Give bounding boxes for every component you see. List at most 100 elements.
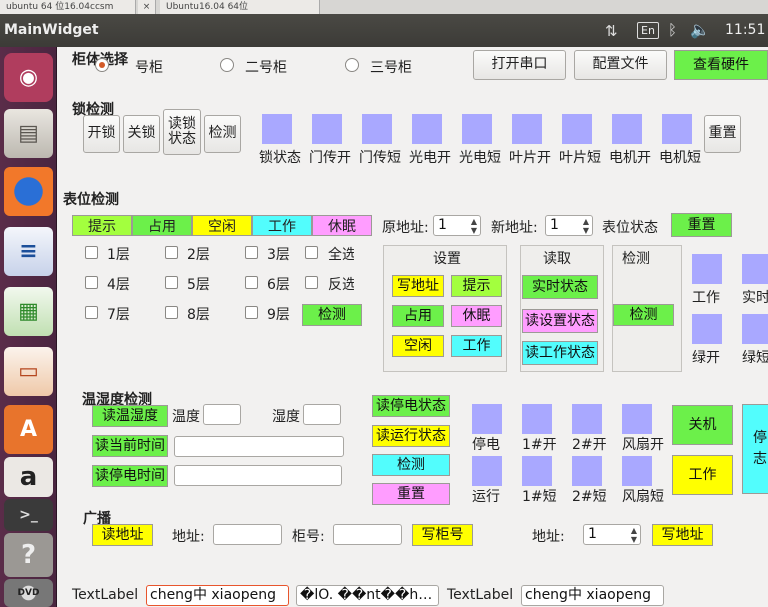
- write-address-button[interactable]: 写地址: [392, 275, 444, 297]
- green-short-indicator-label: 绿短: [742, 350, 768, 366]
- read-temp-humidity-button[interactable]: 读温湿度: [92, 405, 168, 427]
- floor-3-checkbox[interactable]: [245, 246, 258, 259]
- broadcast-address-spinbox[interactable]: 1 ▲ ▼: [583, 524, 641, 545]
- clock[interactable]: 11:51: [725, 14, 765, 47]
- floor-9-checkbox[interactable]: [245, 306, 258, 319]
- software-center-icon[interactable]: A: [4, 405, 53, 454]
- files-icon[interactable]: ▤: [4, 109, 53, 158]
- floor-detect-button[interactable]: 检测: [302, 304, 362, 326]
- work-indicator-label: 工作: [692, 290, 720, 306]
- lock-indicator-square: [412, 114, 442, 144]
- lock-button[interactable]: 关锁: [123, 115, 160, 153]
- set-sleep-button[interactable]: 休眠: [451, 305, 502, 327]
- network-icon[interactable]: ⇅: [605, 22, 618, 40]
- table-reset-button[interactable]: 重置: [671, 213, 732, 237]
- unlock-button[interactable]: 开锁: [83, 115, 120, 153]
- broadcast-address2-label: 地址:: [532, 529, 565, 545]
- set-idle-button[interactable]: 空闲: [392, 335, 444, 357]
- floor-2-checkbox[interactable]: [165, 246, 178, 259]
- bluetooth-icon[interactable]: ᛒ: [668, 21, 677, 39]
- impress-icon[interactable]: ▭: [4, 347, 53, 396]
- temp-field[interactable]: [203, 404, 241, 425]
- lock-indicator-square: [362, 114, 392, 144]
- write-cabinet-number-button[interactable]: 写柜号: [412, 524, 473, 546]
- temp-label: 温度: [172, 409, 200, 425]
- read-power-off-status-button[interactable]: 读停电状态: [372, 395, 450, 417]
- writer-icon[interactable]: ≡: [4, 227, 53, 276]
- check-detect-button[interactable]: 检测: [613, 304, 674, 326]
- stop-status-button[interactable]: 停 志: [742, 404, 768, 494]
- broadcast-address-field[interactable]: [213, 524, 282, 545]
- floor-7-checkbox[interactable]: [85, 306, 98, 319]
- keyboard-lang-indicator[interactable]: En: [637, 22, 659, 39]
- table-status-label: 表位状态: [602, 220, 658, 236]
- temp-indicator-square: [522, 456, 552, 486]
- lock-indicator-square: [562, 114, 592, 144]
- floor-4-checkbox[interactable]: [85, 276, 98, 289]
- dvd-icon[interactable]: DVD: [4, 579, 53, 607]
- lock-indicator-label: 叶片短: [559, 150, 601, 166]
- broadcast-write-address-button[interactable]: 写地址: [652, 524, 713, 546]
- floor-8-checkbox[interactable]: [165, 306, 178, 319]
- read-settings-status-button[interactable]: 读设置状态: [522, 309, 598, 333]
- volume-icon[interactable]: 🔈: [690, 20, 710, 39]
- temp-indicator-label: 2#短: [572, 489, 607, 505]
- lock-indicator-label: 电机短: [659, 150, 701, 166]
- floor-1-checkbox[interactable]: [85, 246, 98, 259]
- work-button[interactable]: 工作: [672, 455, 733, 495]
- read-current-time-button[interactable]: 读当前时间: [92, 435, 168, 457]
- terminal-icon[interactable]: >_: [4, 499, 53, 531]
- read-power-off-time-button[interactable]: 读停电时间: [92, 465, 168, 487]
- close-icon[interactable]: ×: [138, 0, 156, 14]
- cabinet-number-field[interactable]: [333, 524, 402, 545]
- read-address-button[interactable]: 读地址: [92, 524, 153, 546]
- lock-detect-button[interactable]: 检测: [204, 115, 241, 153]
- amazon-icon[interactable]: a: [4, 457, 53, 497]
- select-all-checkbox[interactable]: [305, 246, 318, 259]
- lock-indicator-label: 电机开: [609, 150, 651, 166]
- lock-indicator-label: 光电开: [409, 150, 451, 166]
- shutdown-button[interactable]: 关机: [672, 405, 733, 445]
- legend-hint: 提示: [72, 215, 132, 236]
- ubuntu-icon[interactable]: ◉: [4, 53, 53, 102]
- set-work-button[interactable]: 工作: [451, 335, 502, 357]
- help-icon[interactable]: ?: [4, 533, 53, 577]
- read-run-status-button[interactable]: 读运行状态: [372, 425, 450, 447]
- radio-cabinet-1[interactable]: [95, 58, 109, 72]
- legend-occupied: 占用: [132, 215, 192, 236]
- vm-tab-strip: ubuntu 64 位16.04ccsm × Ubuntu16.04 64位: [0, 0, 768, 14]
- set-hint-button[interactable]: 提示: [451, 275, 502, 297]
- vm-tab-1[interactable]: ubuntu 64 位16.04ccsm: [0, 0, 136, 14]
- read-realtime-status-button[interactable]: 实时状态: [522, 275, 598, 299]
- set-occupied-button[interactable]: 占用: [392, 305, 444, 327]
- radio-cabinet-2[interactable]: [220, 58, 234, 72]
- calc-icon[interactable]: ▦: [4, 287, 53, 336]
- lock-indicator-label: 门传短: [359, 150, 401, 166]
- view-hardware-button[interactable]: 查看硬件: [674, 50, 768, 80]
- open-serial-port-button[interactable]: 打开串口: [473, 50, 566, 80]
- floor-2-label: 2层: [187, 247, 210, 263]
- vm-tab-2[interactable]: Ubuntu16.04 64位: [160, 0, 320, 14]
- old-address-spinbox[interactable]: 1 ▲ ▼: [433, 215, 481, 236]
- floor-5-checkbox[interactable]: [165, 276, 178, 289]
- lock-reset-button[interactable]: 重置: [704, 115, 741, 153]
- temp-detect-button[interactable]: 检测: [372, 454, 450, 476]
- floor-6-checkbox[interactable]: [245, 276, 258, 289]
- read-lock-status-button[interactable]: 读锁 状态: [163, 109, 201, 155]
- invert-select-checkbox[interactable]: [305, 276, 318, 289]
- floor-3-label: 3层: [267, 247, 290, 263]
- humidity-field[interactable]: [303, 404, 341, 425]
- lock-indicator-label: 叶片开: [509, 150, 551, 166]
- new-address-spinbox[interactable]: 1 ▲ ▼: [545, 215, 593, 236]
- lock-indicator-label: 锁状态: [259, 150, 301, 166]
- read-work-status-button[interactable]: 读工作状态: [522, 341, 598, 365]
- power-off-time-field[interactable]: [174, 465, 342, 486]
- text-field-2[interactable]: �lO. ��nt��h…: [296, 585, 439, 606]
- firefox-icon[interactable]: [4, 167, 53, 216]
- text-field-1[interactable]: cheng中 xiaopeng: [146, 585, 289, 606]
- current-time-field[interactable]: [174, 436, 344, 457]
- text-field-3[interactable]: cheng中 xiaopeng: [521, 585, 664, 606]
- temp-reset-button[interactable]: 重置: [372, 483, 450, 505]
- config-file-button[interactable]: 配置文件: [574, 50, 667, 80]
- radio-cabinet-3[interactable]: [345, 58, 359, 72]
